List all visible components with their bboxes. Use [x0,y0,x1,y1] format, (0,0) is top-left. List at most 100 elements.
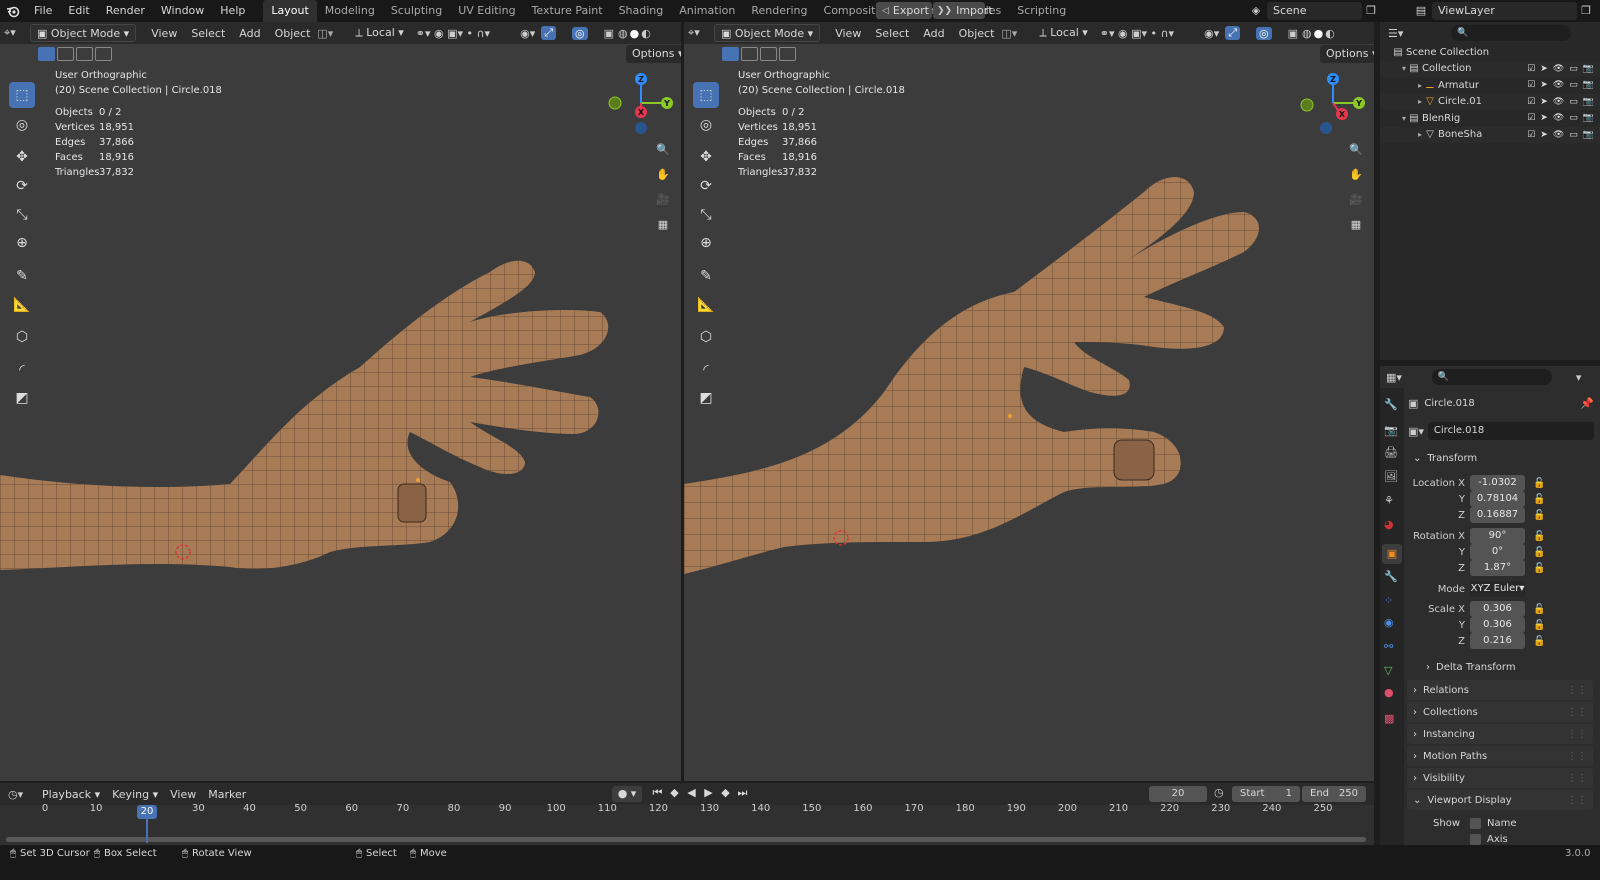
current-frame-field[interactable]: 20 [1149,786,1207,802]
eye-icon[interactable]: 👁 [1553,130,1564,140]
play-reverse-icon[interactable]: ◀ [684,786,699,802]
expand-arrow-icon[interactable]: ▾ [1380,114,1406,123]
measure-tool-icon[interactable]: 📐 [9,292,35,318]
physics-tab-icon[interactable]: ◉ [1384,616,1394,629]
measure-tool-icon[interactable]: 📐 [693,292,719,318]
timeline-menu-marker[interactable]: Marker [202,788,252,801]
texture-tab-icon[interactable]: ▩ [1384,712,1394,725]
tab-scripting[interactable]: Scripting [1009,0,1074,22]
expand-arrow-icon[interactable]: ▸ [1380,97,1422,106]
scale-z-field[interactable]: 0.216 [1470,633,1525,649]
outliner-item[interactable]: ▾ ▤ Collection ☑ ➤ 👁 ▭ 📷 [1380,60,1600,77]
lock-icon[interactable]: 🔓 [1533,510,1545,521]
drag-handle-icon[interactable]: ⋮⋮ [1567,707,1587,718]
eye-icon[interactable]: 👁 [1553,97,1564,107]
camera-render-icon[interactable]: 📷 [1583,64,1594,74]
include-checkbox-icon[interactable]: ☑ [1527,113,1535,123]
zoom-icon[interactable]: 🔍 [1344,137,1368,161]
cursor-tool-icon[interactable]: ◎ [693,112,719,138]
lock-icon[interactable]: 🔓 [1533,531,1545,542]
keyframe-record-icon[interactable]: ● ▾ [612,786,642,802]
camera-render-icon[interactable]: 📷 [1583,130,1594,140]
add-cube-tool-icon[interactable]: ⬡ [693,324,719,350]
menu-edit[interactable]: Edit [60,0,97,22]
jump-end-icon[interactable]: ⏭ [735,786,750,802]
include-checkbox-icon[interactable]: ☑ [1527,80,1535,90]
timeline-menu-keying[interactable]: Keying ▾ [106,788,164,801]
panel-instancing[interactable]: › Instancing ⋮⋮ [1407,724,1593,744]
navigation-gizmo[interactable]: Z Y X [604,70,680,138]
drag-handle-icon[interactable]: ⋮⋮ [1567,729,1587,740]
navigation-gizmo[interactable]: Z Y X [1296,70,1372,138]
cursor-tool-icon[interactable]: ◎ [9,112,35,138]
timeline-menu-playback[interactable]: Playback ▾ [36,788,106,801]
extrude-tool-icon[interactable]: ◩ [9,385,35,411]
properties-options-icon[interactable]: ▾ [1576,371,1582,384]
camera-render-icon[interactable]: 📷 [1583,80,1594,90]
location-z-field[interactable]: 0.16887 [1470,507,1525,523]
zoom-icon[interactable]: 🔍 [651,137,675,161]
delta-transform-header[interactable]: › Delta Transform [1420,657,1590,677]
menu-window[interactable]: Window [153,0,212,22]
viewlayer-selector[interactable]: ▤ ViewLayer ❐ [1410,1,1595,20]
shear-tool-icon[interactable]: ◜ [9,357,35,383]
new-scene-icon[interactable]: ❐ [1362,4,1380,17]
tab-rendering[interactable]: Rendering [743,0,815,22]
play-icon[interactable]: ▶ [701,786,716,802]
tab-animation[interactable]: Animation [671,0,743,22]
move-tool-icon[interactable]: ✥ [9,144,35,170]
outliner-item[interactable]: ▾ ▤ BlenRig ☑ ➤ 👁 ▭ 📷 [1380,110,1600,126]
ortho-grid-icon[interactable]: ▦ [1344,212,1368,236]
panel-motion-paths[interactable]: › Motion Paths ⋮⋮ [1407,746,1593,766]
lock-icon[interactable]: 🔓 [1533,620,1545,631]
panel-viewport-display[interactable]: ⌄ Viewport Display ⋮⋮ [1407,790,1593,810]
drag-handle-icon[interactable]: ⋮⋮ [1567,685,1587,696]
jump-start-icon[interactable]: ⏮ [650,786,665,802]
timeline-scrollbar[interactable] [6,837,1366,842]
scale-tool-icon[interactable]: ⤡ [9,202,35,228]
tab-uv-editing[interactable]: UV Editing [450,0,523,22]
world-tab-icon[interactable]: ◕ [1384,518,1394,531]
select-arrow-icon[interactable]: ➤ [1540,64,1548,74]
outliner-item[interactable]: ▤ Scene Collection [1380,44,1600,60]
pin-icon[interactable]: 📌 [1580,397,1594,410]
include-checkbox-icon[interactable]: ☑ [1527,64,1535,74]
lock-icon[interactable]: 🔓 [1533,636,1545,647]
select-box-tool-icon[interactable]: ⬚ [9,82,35,108]
panel-collections[interactable]: › Collections ⋮⋮ [1407,702,1593,722]
rotate-tool-icon[interactable]: ⟳ [9,173,35,199]
view-layer-tab-icon[interactable]: 🖼 [1384,470,1398,483]
eye-icon[interactable]: 👁 [1553,113,1564,123]
select-arrow-icon[interactable]: ➤ [1540,80,1548,90]
tab-shading[interactable]: Shading [611,0,672,22]
tab-texture-paint[interactable]: Texture Paint [524,0,611,22]
ortho-grid-icon[interactable]: ▦ [651,212,675,236]
outliner-item[interactable]: ▸ ▽ Circle.01 ☑ ➤ 👁 ▭ 📷 [1380,93,1600,110]
export-button[interactable]: ◁ Export [876,2,932,19]
next-keyframe-icon[interactable]: ◆ [718,786,733,802]
select-arrow-icon[interactable]: ➤ [1540,130,1548,140]
tab-modeling[interactable]: Modeling [317,0,383,22]
scale-x-field[interactable]: 0.306 [1470,601,1525,617]
expand-arrow-icon[interactable]: ▸ [1380,81,1422,90]
transform-panel-header[interactable]: ⌄ Transform [1407,448,1593,468]
output-tab-icon[interactable]: 🖨 [1384,446,1398,459]
playhead[interactable]: 20 [137,805,157,819]
transform-tool-icon[interactable]: ⊕ [693,230,719,256]
particles-tab-icon[interactable]: ⁘ [1384,594,1393,607]
extrude-tool-icon[interactable]: ◩ [693,385,719,411]
object-tab-icon[interactable]: ▣ [1382,544,1402,564]
annotate-tool-icon[interactable]: ✎ [693,263,719,289]
scale-y-field[interactable]: 0.306 [1470,617,1525,633]
axis-checkbox[interactable] [1470,833,1481,845]
preview-range-icon[interactable]: ◷ [1214,786,1224,799]
data-tab-icon[interactable]: ▽ [1384,664,1392,677]
viewport-left[interactable]: ⌖▾ ▣ Object Mode ▾ View Select Add Objec… [0,22,681,781]
object-data-icon[interactable]: ▣▾ [1408,425,1424,438]
rotate-tool-icon[interactable]: ⟳ [693,173,719,199]
expand-arrow-icon[interactable]: ▸ [1380,130,1422,139]
rotation-z-field[interactable]: 1.87° [1470,560,1525,576]
tab-layout[interactable]: Layout [263,0,317,22]
select-box-tool-icon[interactable]: ⬚ [693,82,719,108]
lock-icon[interactable]: 🔓 [1533,478,1545,489]
